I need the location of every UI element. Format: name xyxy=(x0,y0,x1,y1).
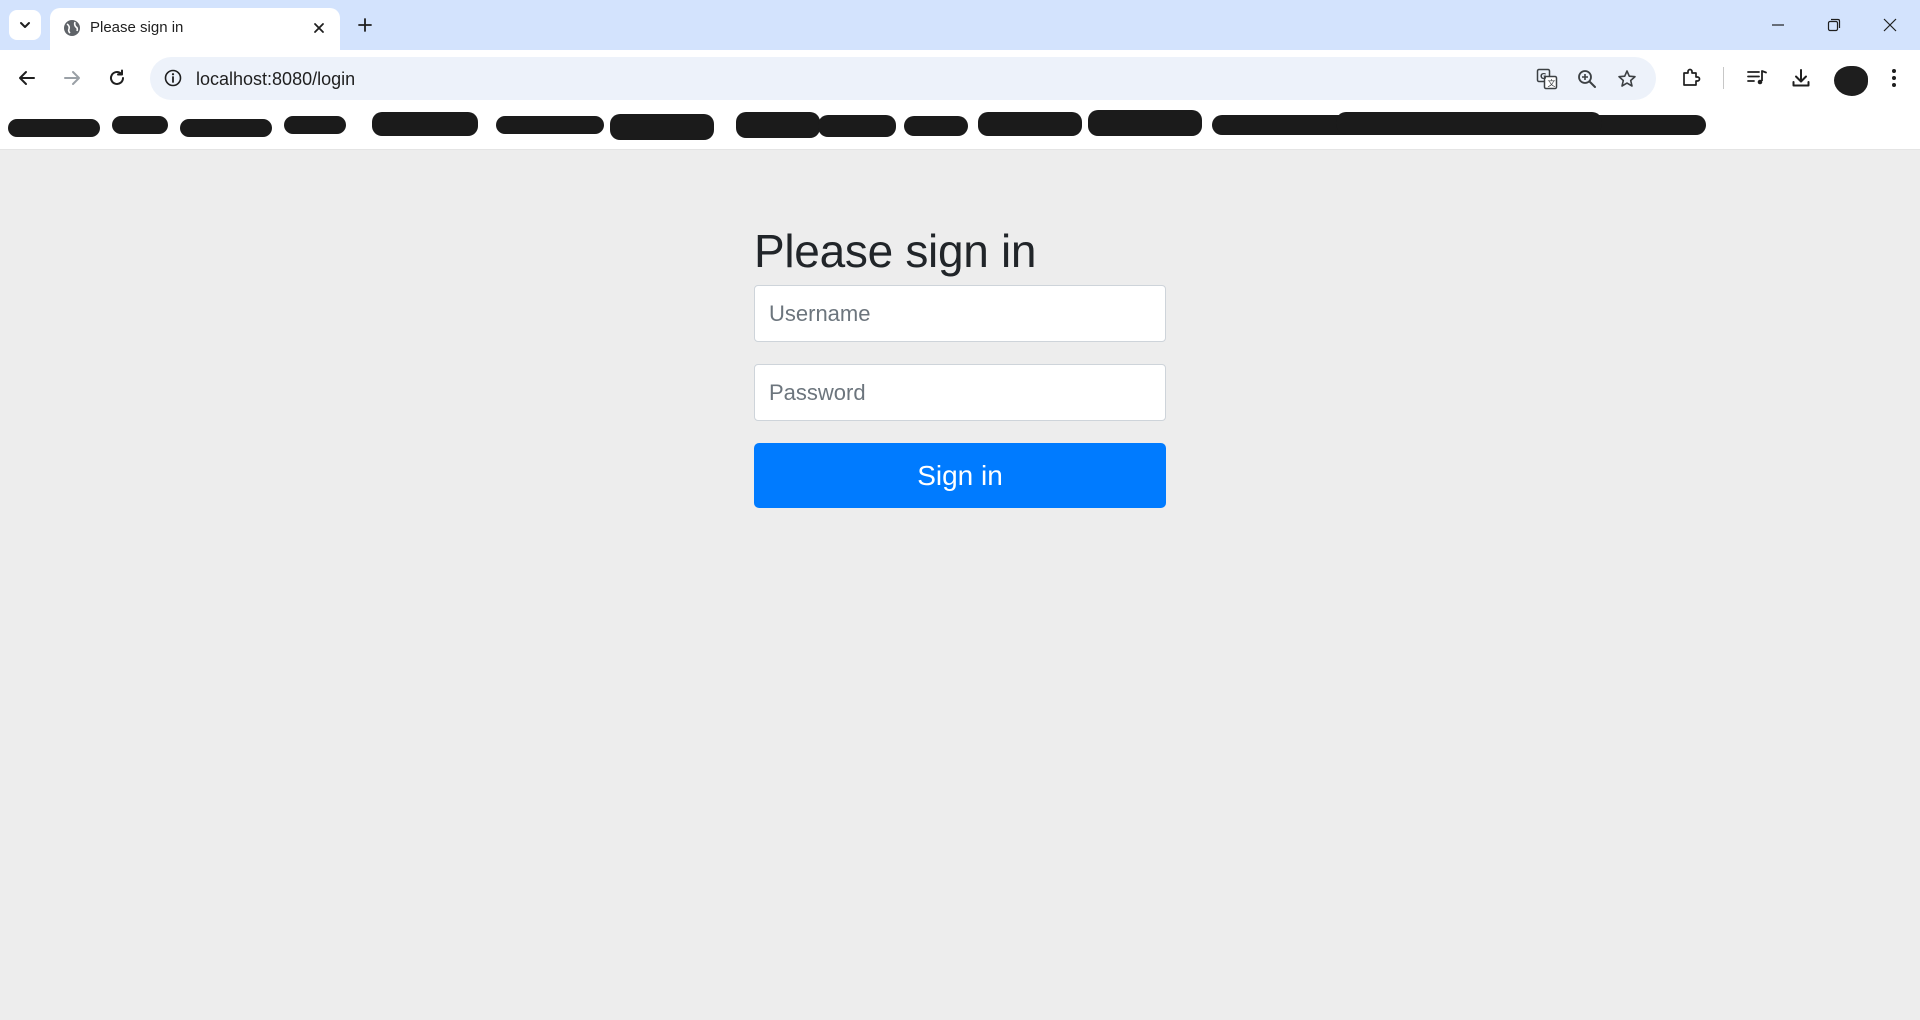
bookmark-item[interactable] xyxy=(112,116,168,134)
restore-button[interactable] xyxy=(1806,0,1862,50)
more-icon xyxy=(1892,69,1896,87)
close-icon xyxy=(314,23,324,33)
svg-text:文: 文 xyxy=(1548,78,1556,88)
bookmark-item[interactable] xyxy=(904,116,968,136)
download-icon xyxy=(1792,69,1810,87)
bookmark-item[interactable] xyxy=(8,119,100,137)
extensions-button[interactable] xyxy=(1673,60,1709,96)
page-content: Please sign in Sign in xyxy=(0,151,1920,1020)
chevron-down-icon xyxy=(20,22,30,28)
back-button[interactable] xyxy=(9,60,45,96)
bookmark-item[interactable] xyxy=(284,116,346,134)
url-text[interactable]: localhost:8080/login xyxy=(196,67,355,91)
more-menu-button[interactable] xyxy=(1876,60,1912,96)
zoom-icon xyxy=(1578,70,1596,88)
info-icon xyxy=(164,69,182,87)
password-input[interactable] xyxy=(754,364,1166,421)
bookmark-item[interactable] xyxy=(180,119,272,137)
signin-form: Please sign in Sign in xyxy=(754,223,1166,508)
star-icon xyxy=(1618,70,1636,87)
reload-button[interactable] xyxy=(99,60,135,96)
bookmark-item[interactable] xyxy=(372,112,478,136)
globe-icon xyxy=(64,20,80,36)
site-info-button[interactable] xyxy=(160,65,186,91)
close-icon xyxy=(1883,18,1897,32)
translate-icon: G 文 xyxy=(1536,68,1558,90)
bookmark-item[interactable] xyxy=(496,116,604,134)
media-control-icon xyxy=(1747,70,1767,85)
translate-button[interactable]: G 文 xyxy=(1532,64,1562,94)
forward-button[interactable] xyxy=(54,60,90,96)
restore-icon xyxy=(1827,18,1841,32)
tab-search-button[interactable] xyxy=(9,10,41,40)
tab-close-button[interactable] xyxy=(308,17,330,39)
avatar[interactable] xyxy=(1834,66,1868,96)
bookmark-item[interactable] xyxy=(610,114,714,140)
address-bar[interactable]: localhost:8080/login G 文 xyxy=(150,57,1656,100)
browser-toolbar: localhost:8080/login G 文 xyxy=(0,50,1920,108)
bookmark-item[interactable] xyxy=(736,112,820,138)
svg-text:G: G xyxy=(1540,72,1547,81)
bookmarks-bar xyxy=(0,108,1920,150)
new-tab-button[interactable] xyxy=(350,10,380,40)
tab-strip: Please sign in xyxy=(0,0,1920,50)
minimize-button[interactable] xyxy=(1750,0,1806,50)
arrow-left-icon xyxy=(19,71,35,85)
browser-tab[interactable]: Please sign in xyxy=(50,8,340,50)
tab-title: Please sign in xyxy=(90,19,184,36)
username-input[interactable] xyxy=(754,285,1166,342)
sign-in-button[interactable]: Sign in xyxy=(754,443,1166,508)
zoom-button[interactable] xyxy=(1572,64,1602,94)
bookmark-item[interactable] xyxy=(818,115,896,137)
bookmark-item[interactable] xyxy=(978,112,1082,136)
download-button[interactable] xyxy=(1783,60,1819,96)
page-title: Please sign in xyxy=(754,225,1037,277)
window-close-button[interactable] xyxy=(1862,0,1918,50)
bookmark-item[interactable] xyxy=(1336,112,1602,134)
media-control-button[interactable] xyxy=(1739,60,1775,96)
bookmark-item[interactable] xyxy=(1088,110,1202,136)
toolbar-divider xyxy=(1723,67,1724,89)
bookmark-star-button[interactable] xyxy=(1612,64,1642,94)
plus-icon xyxy=(358,18,372,32)
extensions-icon xyxy=(1683,68,1701,86)
reload-icon xyxy=(110,69,124,85)
arrow-right-icon xyxy=(64,71,80,85)
minimize-icon xyxy=(1772,24,1784,26)
